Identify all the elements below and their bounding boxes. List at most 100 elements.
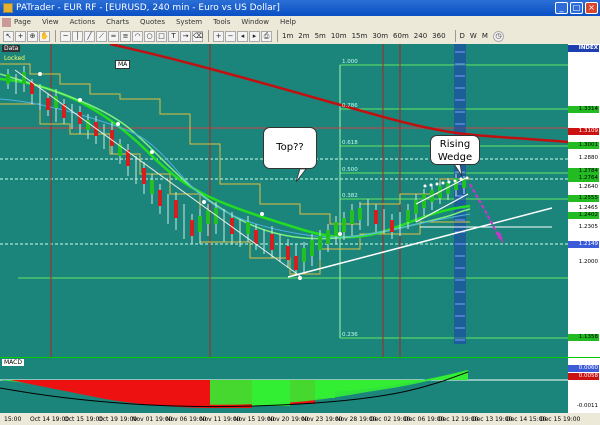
macd-value: -0.0011 xyxy=(576,403,598,409)
macd-panel[interactable]: MACD 0.0060 0.0058 -0.0011 xyxy=(0,357,600,414)
moving-average-red xyxy=(109,44,569,144)
price-label: 1.2784 xyxy=(568,168,599,175)
fibonacci-icon[interactable]: ≡ xyxy=(120,30,131,42)
time-axis[interactable]: 15:00 Oct 14 19:00 Oct 15 19:00 Oct 19 1… xyxy=(0,413,600,425)
menu-actions[interactable]: Actions xyxy=(70,18,96,26)
timeframe-30m[interactable]: 30m xyxy=(372,32,388,40)
hand-icon[interactable]: ✋ xyxy=(39,30,50,42)
window-title: PATrader - EUR RF - [EURUSD, 240 min - E… xyxy=(16,3,280,13)
timeframe-2m[interactable]: 2m xyxy=(298,32,309,40)
circle-icon[interactable]: ○ xyxy=(144,30,155,42)
time-label: 15:00 xyxy=(4,416,22,423)
fib-label-0382: 0.382 xyxy=(342,193,358,199)
timeframe-240[interactable]: 240 xyxy=(414,32,427,40)
scroll-left-icon[interactable]: ◂ xyxy=(237,30,248,42)
app-icon xyxy=(3,3,13,13)
toolbar: ↖ + ⊕ ✋ ─ │ ╱ ⟋ ═ ≡ ◠ ○ □ T → ⌫ + − ◂ ▸ … xyxy=(0,28,600,45)
zoom-icon[interactable]: ⊕ xyxy=(27,30,38,42)
wedge-callout-text: Wedge xyxy=(437,152,473,163)
rectangle-icon[interactable]: □ xyxy=(156,30,167,42)
toolbar-divider xyxy=(454,30,456,42)
projection-arrowhead xyxy=(496,232,504,244)
vertical-markers xyxy=(50,44,401,357)
price-label: 1.2149 xyxy=(568,241,599,248)
maximize-button[interactable]: □ xyxy=(570,2,583,14)
macd-value: 0.0060 xyxy=(568,365,599,372)
zoom-in-icon[interactable]: + xyxy=(213,30,224,42)
title-bar: PATrader - EUR RF - [EURUSD, 240 min - E… xyxy=(0,0,600,16)
menu-bar: Page View Actions Charts Quotes System T… xyxy=(0,16,600,28)
channel-icon[interactable]: ═ xyxy=(108,30,119,42)
print-icon[interactable]: ⎙ xyxy=(261,30,272,42)
price-label: 1.2000 xyxy=(578,259,598,265)
fib-label-0618: 0.618 xyxy=(342,140,358,146)
menu-quotes[interactable]: Quotes xyxy=(140,18,165,26)
arrow-icon[interactable]: → xyxy=(180,30,191,42)
menu-page[interactable]: Page xyxy=(14,18,31,26)
locked-tab[interactable]: Locked xyxy=(4,55,25,62)
macd-value: 0.0058 xyxy=(568,373,599,380)
menu-charts[interactable]: Charts xyxy=(106,18,129,26)
timeframe-360[interactable]: 360 xyxy=(432,32,445,40)
timeframe-1m[interactable]: 1m xyxy=(282,32,293,40)
price-chart-canvas xyxy=(0,44,569,357)
fib-label-1000: 1.000 xyxy=(342,59,358,65)
cursor-icon[interactable]: ↖ xyxy=(3,30,14,42)
data-tab[interactable]: Data xyxy=(2,45,21,52)
projection-arrow xyxy=(469,183,501,240)
price-chart[interactable]: Data Locked MA 1.000 0.786 0.618 0.500 0… xyxy=(0,44,600,357)
close-button[interactable]: × xyxy=(585,2,598,14)
time-label: Dec 15 19:00 xyxy=(540,416,581,423)
horizontal-line-icon[interactable]: ─ xyxy=(60,30,71,42)
timeframe-monthly[interactable]: M xyxy=(482,32,488,40)
timeframe-5m[interactable]: 5m xyxy=(315,32,326,40)
crosshair-icon[interactable]: + xyxy=(15,30,26,42)
toolbar-divider xyxy=(277,30,278,42)
price-label: 1.2465 xyxy=(578,205,598,211)
fib-label-0500: 0.500 xyxy=(342,167,358,173)
price-label: 1.2305 xyxy=(578,224,598,230)
ray-icon[interactable]: ⟋ xyxy=(96,30,107,42)
fib-label-0786: 0.786 xyxy=(342,103,358,109)
toolbar-divider xyxy=(55,30,56,42)
menu-system[interactable]: System xyxy=(176,18,202,26)
timeframe-15m[interactable]: 15m xyxy=(352,32,368,40)
price-label: 1.2555 xyxy=(568,195,599,202)
vertical-line-icon[interactable]: │ xyxy=(72,30,83,42)
fib-label-0236: 0.236 xyxy=(342,332,358,338)
menu-tools[interactable]: Tools xyxy=(213,18,230,26)
menu-window[interactable]: Window xyxy=(241,18,269,26)
macd-label[interactable]: MACD xyxy=(2,359,24,366)
menu-help[interactable]: Help xyxy=(280,18,296,26)
timeframe-60m[interactable]: 60m xyxy=(393,32,409,40)
price-label: 1.2640 xyxy=(578,184,598,190)
ma-indicator-tag[interactable]: MA xyxy=(115,60,131,69)
macd-histogram-rising xyxy=(335,370,468,392)
timeframe-10m[interactable]: 10m xyxy=(331,32,347,40)
price-label: 1.2764 xyxy=(568,175,599,182)
price-label: 1.1358 xyxy=(568,334,599,341)
rising-callout-text: Rising xyxy=(439,139,471,150)
scroll-right-icon[interactable]: ▸ xyxy=(249,30,260,42)
price-label: 1.3001 xyxy=(568,142,599,149)
toolbar-divider xyxy=(208,30,209,42)
timeframe-weekly[interactable]: W xyxy=(470,32,477,40)
rising-wedge-callout: Rising Wedge xyxy=(430,135,480,165)
timeframe-daily[interactable]: D xyxy=(460,32,465,40)
arc-icon[interactable]: ◠ xyxy=(132,30,143,42)
menu-view[interactable]: View xyxy=(42,18,59,26)
zoom-out-icon[interactable]: − xyxy=(225,30,236,42)
macd-canvas xyxy=(0,370,568,408)
top-callout: Top?? xyxy=(263,127,317,169)
document-icon[interactable] xyxy=(2,17,11,27)
minimize-button[interactable]: _ xyxy=(555,2,568,14)
pivot-dots xyxy=(38,72,469,280)
trend-line-icon[interactable]: ╱ xyxy=(84,30,95,42)
fibonacci-levels xyxy=(18,64,568,339)
eraser-icon[interactable]: ⌫ xyxy=(192,30,203,42)
price-label: 1.2402 xyxy=(568,212,599,219)
clock-icon[interactable]: ◷ xyxy=(492,30,504,42)
price-label: 1.3109 xyxy=(568,128,599,135)
text-icon[interactable]: T xyxy=(168,30,179,42)
downtrend-line xyxy=(14,69,301,277)
